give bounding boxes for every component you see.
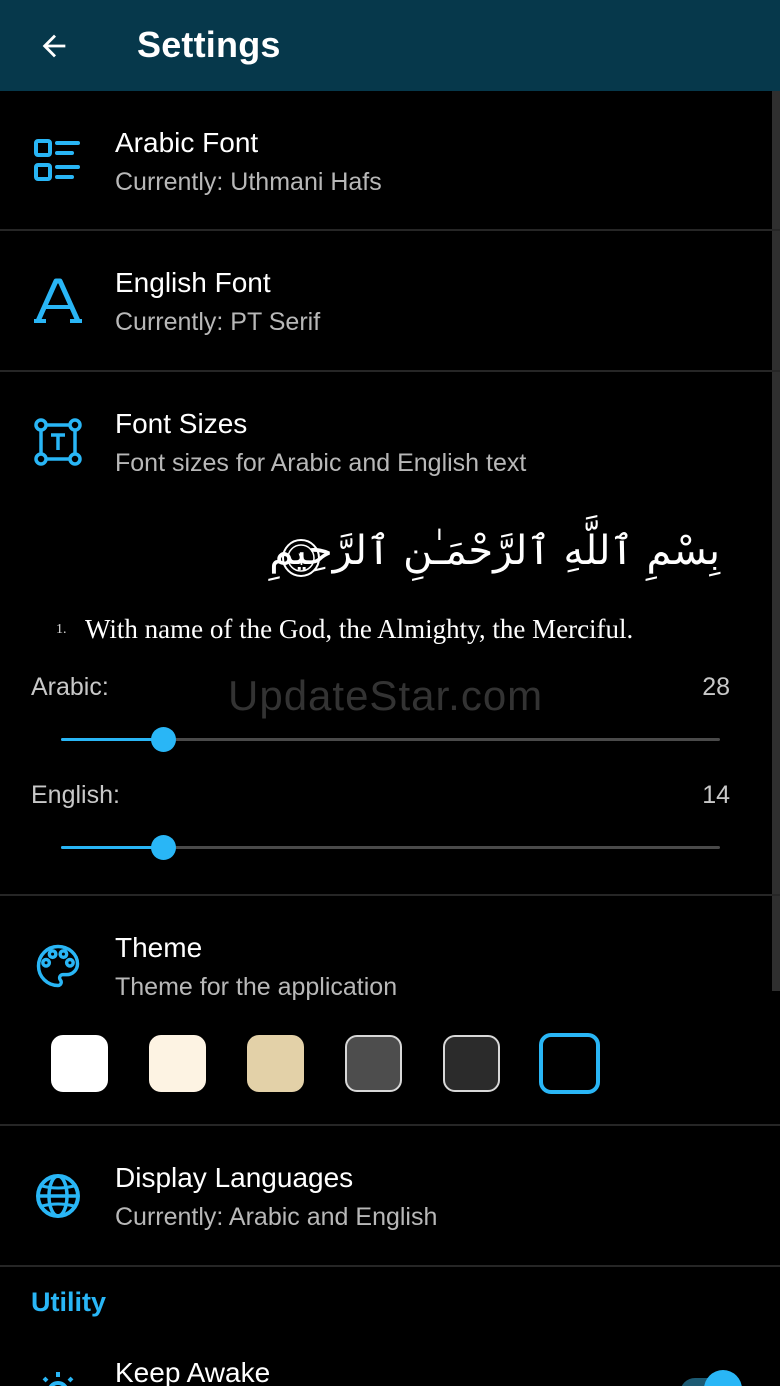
- theme-swatch-cream[interactable]: [149, 1035, 206, 1092]
- theme-swatch-dark-gray[interactable]: [443, 1035, 500, 1092]
- keep-awake-title: Keep Awake: [115, 1357, 271, 1386]
- arabic-font-title: Arabic Font: [115, 127, 259, 158]
- setting-theme[interactable]: Theme Theme for the application: [0, 896, 772, 1018]
- theme-swatch-white[interactable]: [51, 1035, 108, 1092]
- english-preview-text: With name of the God, the Almighty, the …: [85, 614, 634, 644]
- setting-font-sizes[interactable]: Font Sizes Font sizes for Arabic and Eng…: [0, 372, 772, 494]
- font-sizes-subtitle: Font sizes for Arabic and English text: [115, 449, 527, 477]
- app-bar: Settings: [0, 0, 780, 91]
- arabic-font-subtitle: Currently: Uthmani Hafs: [115, 168, 382, 196]
- theme-subtitle: Theme for the application: [115, 973, 398, 1001]
- arabic-size-slider[interactable]: [61, 727, 720, 752]
- english-size-slider[interactable]: [61, 835, 720, 860]
- english-size-label: English:: [31, 781, 120, 809]
- slider-fill: [61, 846, 164, 849]
- divider: [0, 1265, 780, 1267]
- arabic-preview-text: بِسْمِ ٱللَّهِ ٱلرَّحْمَـٰنِ ٱلرَّحِيمِ: [269, 528, 720, 574]
- display-languages-title: Display Languages: [115, 1162, 354, 1193]
- theme-swatch-gray[interactable]: [345, 1035, 402, 1092]
- text-size-frame-icon: [34, 418, 82, 466]
- setting-arabic-font[interactable]: Arabic Font Currently: Uthmani Hafs: [0, 91, 772, 230]
- arrow-back-icon: [42, 34, 66, 58]
- scrollbar[interactable]: [772, 91, 780, 991]
- theme-swatch-sepia[interactable]: [247, 1035, 304, 1092]
- font-sizes-title: Font Sizes: [115, 408, 248, 439]
- ayah-number: ١: [296, 549, 306, 570]
- page-title: Settings: [137, 24, 281, 65]
- brightness-icon: [42, 1372, 74, 1386]
- slider-thumb[interactable]: [151, 835, 177, 860]
- setting-display-languages[interactable]: Display Languages Currently: Arabic and …: [0, 1126, 772, 1265]
- ayah-end-mark-icon: ١: [282, 539, 320, 577]
- arabic-size-value: 28: [702, 673, 730, 701]
- setting-english-font[interactable]: English Font Currently: PT Serif: [0, 231, 772, 370]
- arabic-size-label: Arabic:: [31, 673, 109, 701]
- slider-fill: [61, 738, 164, 741]
- english-size-value: 14: [702, 781, 730, 809]
- section-title-utility: Utility: [31, 1287, 107, 1317]
- font-letter-icon: [34, 278, 82, 323]
- theme-title: Theme: [115, 932, 203, 963]
- list-icon: [34, 139, 80, 181]
- globe-icon: [36, 1174, 80, 1218]
- verse-number: 1.: [56, 622, 67, 637]
- theme-swatch-black[interactable]: [539, 1033, 600, 1094]
- watermark: UpdateStar.com: [228, 672, 544, 719]
- english-font-subtitle: Currently: PT Serif: [115, 308, 321, 336]
- back-button[interactable]: [30, 22, 78, 70]
- english-font-title: English Font: [115, 267, 271, 298]
- display-languages-subtitle: Currently: Arabic and English: [115, 1203, 438, 1231]
- setting-keep-awake[interactable]: Keep Awake: [0, 1330, 772, 1386]
- palette-icon: [36, 944, 80, 988]
- slider-thumb[interactable]: [151, 727, 177, 752]
